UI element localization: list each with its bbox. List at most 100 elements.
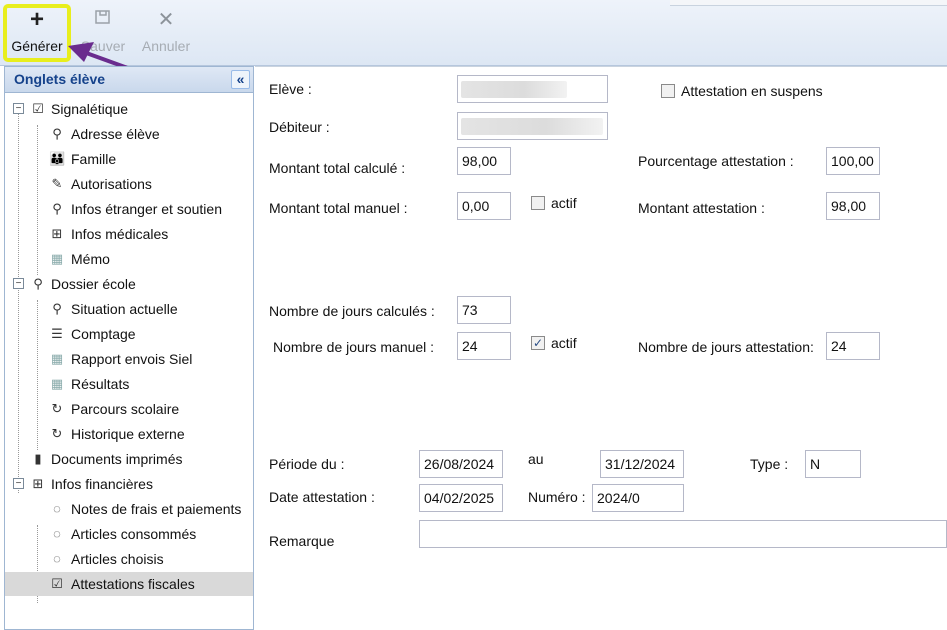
tree-node-infos-medicales[interactable]: ⊞ Infos médicales [5, 222, 253, 246]
nb-jours-attestation-label: Nombre de jours attestation: [638, 339, 814, 355]
montant-actif-checkbox[interactable] [531, 196, 545, 210]
piggy-bank-icon: ◌ [53, 501, 61, 516]
tree-node-label: Attestations fiscales [71, 576, 195, 592]
history-icon: ↻ [51, 401, 63, 416]
tree-node-situation-actuelle[interactable]: ⚲ Situation actuelle [5, 297, 253, 321]
eleve-field[interactable] [457, 75, 608, 103]
date-attestation-field[interactable]: 04/02/2025 [419, 484, 503, 512]
redacted-value [461, 118, 603, 135]
tree-node-documents-imprimes[interactable]: ▮ Documents imprimés [5, 447, 253, 471]
close-icon: ✕ [157, 9, 175, 31]
pourcentage-attestation-label: Pourcentage attestation : [638, 153, 794, 169]
montant-attestation-field[interactable]: 98,00 [826, 192, 880, 220]
edit-document-icon: ☑ [51, 576, 63, 591]
tree-node-infos-etranger[interactable]: ⚲ Infos étranger et soutien [5, 197, 253, 221]
tree-node-label: Mémo [71, 251, 110, 267]
tree-node-autorisations[interactable]: ✎ Autorisations [5, 172, 253, 196]
pushpin-icon: ⚲ [52, 201, 62, 216]
sidebar-header: Onglets élève « [5, 67, 253, 93]
tree-node-notes-de-frais[interactable]: ◌ Notes de frais et paiements [5, 497, 253, 521]
eleve-label: Elève : [269, 81, 312, 97]
collapse-toggle-icon[interactable]: − [13, 478, 24, 489]
tree-node-resultats[interactable]: ▦ Résultats [5, 372, 253, 396]
history-icon: ↻ [51, 426, 63, 441]
save-icon [78, 8, 128, 32]
au-label: au [528, 451, 544, 467]
nb-jours-calcules-field[interactable]: 73 [457, 296, 511, 324]
tree-node-label: Rapport envois Siel [71, 351, 193, 367]
tree-node-label: Adresse élève [71, 126, 160, 142]
montant-total-calcule-field[interactable]: 98,00 [457, 147, 511, 175]
type-label: Type : [750, 456, 789, 472]
tree-node-historique-externe[interactable]: ↻ Historique externe [5, 422, 253, 446]
nb-jours-manuel-label: Nombre de jours manuel : [273, 339, 435, 355]
date-attestation-label: Date attestation : [269, 489, 375, 505]
tree-node-signaletique[interactable]: − ☑ Signalétique [5, 97, 253, 121]
remarque-label: Remarque [269, 533, 335, 549]
tree-node-label: Résultats [71, 376, 130, 392]
medical-chart-icon: ⊞ [51, 226, 63, 241]
nb-jours-manuel-field[interactable]: 24 [457, 332, 511, 360]
map-pin-icon: ⚲ [52, 126, 62, 141]
attestation-suspens-label: Attestation en suspens [681, 83, 823, 99]
magnifier-icon: ⚲ [52, 301, 62, 316]
nb-jours-calcules-label: Nombre de jours calculés : [269, 303, 435, 319]
redacted-value [461, 81, 567, 98]
table-icon: ▦ [50, 351, 64, 366]
numero-field[interactable]: 2024/0 [592, 484, 684, 512]
remarque-field[interactable] [419, 520, 947, 548]
debiteur-label: Débiteur : [269, 119, 330, 135]
tree-node-comptage[interactable]: ☰ Comptage [5, 322, 253, 346]
piggy-bank-icon: ◌ [53, 526, 61, 541]
printed-document-icon: ▮ [34, 451, 42, 466]
tree-node-label: Infos étranger et soutien [71, 201, 222, 217]
montant-total-calcule-label: Montant total calculé : [269, 160, 406, 176]
type-field[interactable]: N [805, 450, 861, 478]
piggy-bank-icon: ◌ [53, 551, 61, 566]
tree-node-label: Dossier école [51, 276, 136, 292]
family-icon: 👪 [49, 151, 66, 166]
table-icon: ▦ [50, 251, 64, 266]
tree-node-label: Parcours scolaire [71, 401, 180, 417]
periode-du-field[interactable]: 26/08/2024 [419, 450, 503, 478]
collapse-toggle-icon[interactable]: − [13, 278, 24, 289]
jours-actif-label: actif [551, 335, 577, 351]
finance-chart-icon: ⊞ [32, 476, 44, 491]
numero-label: Numéro : [528, 489, 586, 505]
montant-actif-label: actif [551, 195, 577, 211]
tree-node-label: Infos financières [51, 476, 153, 492]
tree-node-articles-consommes[interactable]: ◌ Articles consommés [5, 522, 253, 546]
collapse-toggle-icon[interactable]: − [13, 103, 24, 114]
tree-node-label: Documents imprimés [51, 451, 183, 467]
montant-total-manuel-field[interactable]: 0,00 [457, 192, 511, 220]
periode-du-label: Période du : [269, 456, 345, 472]
tree-node-articles-choisis[interactable]: ◌ Articles choisis [5, 547, 253, 571]
tree-node-famille[interactable]: 👪 Famille [5, 147, 253, 171]
tree-node-label: Situation actuelle [71, 301, 178, 317]
tree-node-label: Articles consommés [71, 526, 197, 542]
nb-jours-attestation-field[interactable]: 24 [826, 332, 880, 360]
pen-icon: ✎ [51, 176, 63, 191]
tree-node-label: Autorisations [71, 176, 152, 192]
tree-node-label: Infos médicales [71, 226, 169, 242]
tree-node-label: Signalétique [51, 101, 129, 117]
tree-node-infos-financieres[interactable]: − ⊞ Infos financières [5, 472, 253, 496]
menu-lines-icon: ☰ [51, 326, 63, 341]
debiteur-field[interactable] [457, 112, 608, 140]
attestation-form: Elève : Attestation en suspens Débiteur … [255, 66, 947, 630]
attestation-suspens-checkbox[interactable] [661, 84, 675, 98]
collapse-sidebar-button[interactable]: « [231, 70, 250, 89]
tree-node-adresse-eleve[interactable]: ⚲ Adresse élève [5, 122, 253, 146]
tree-node-memo[interactable]: ▦ Mémo [5, 247, 253, 271]
montant-total-manuel-label: Montant total manuel : [269, 200, 408, 216]
window-top-strip [670, 0, 947, 6]
pourcentage-attestation-field[interactable]: 100,00 [826, 147, 880, 175]
sidebar-title: Onglets élève [14, 71, 106, 87]
tree-node-label: Notes de frais et paiements [71, 501, 242, 517]
tree-node-parcours-scolaire[interactable]: ↻ Parcours scolaire [5, 397, 253, 421]
periode-au-field[interactable]: 31/12/2024 [600, 450, 684, 478]
tree-node-attestations-fiscales[interactable]: ☑ Attestations fiscales [5, 572, 253, 596]
tree-node-rapport-envois-siel[interactable]: ▦ Rapport envois Siel [5, 347, 253, 371]
tree-node-dossier-ecole[interactable]: − ⚲ Dossier école [5, 272, 253, 296]
jours-actif-checkbox[interactable]: ✓ [531, 336, 545, 350]
